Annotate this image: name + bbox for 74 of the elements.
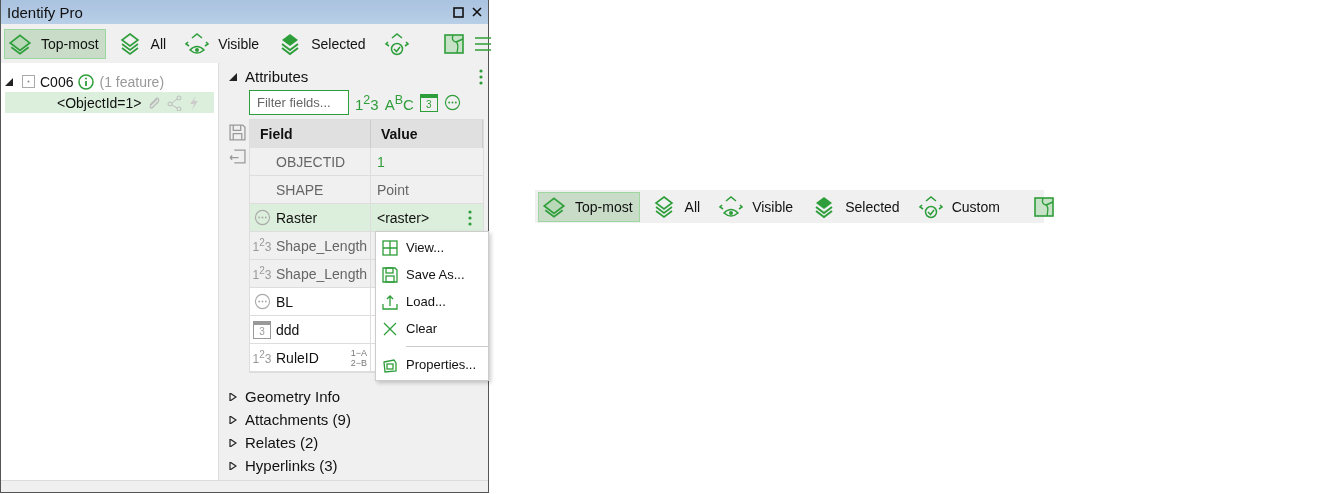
section-header[interactable]: Attributes (229, 65, 484, 88)
map-icon (442, 32, 465, 55)
section-header[interactable]: Geometry Info (229, 385, 484, 408)
field-name: OBJECTID (276, 153, 346, 170)
layer-check-icon (383, 31, 410, 56)
layer-mode-button[interactable]: Selected (808, 191, 907, 222)
calendar-icon: 3 (253, 320, 271, 339)
field-value: Point (377, 181, 409, 198)
share-icon (167, 94, 184, 111)
field-name: Raster (276, 209, 318, 226)
field-name: Shape_Length (276, 265, 368, 282)
field-name: ddd (276, 321, 300, 338)
feature-row[interactable]: <ObjectId=1> (5, 92, 214, 113)
properties-icon (382, 356, 398, 373)
layer-mode-button[interactable]: Top-most (538, 191, 640, 222)
expander-icon[interactable] (229, 461, 237, 470)
layer-mode-button[interactable]: Selected (274, 28, 373, 59)
section-title: Geometry Info (245, 388, 341, 405)
feature-label: <ObjectId=1> (57, 94, 142, 111)
kebab-icon (467, 208, 473, 227)
coded-domain-icon: 1−A 2−B (350, 347, 367, 368)
attribute-row[interactable]: Raster <raster> (250, 204, 483, 232)
field-value: <raster> (377, 209, 430, 226)
kebab-icon (478, 67, 484, 86)
ellipsis-circle-icon (253, 209, 271, 226)
filter-field[interactable]: Filter fields... (249, 90, 349, 115)
field-name: Shape_Length (276, 237, 368, 254)
section-header[interactable]: Relates (2) (229, 431, 484, 454)
layer-eye-icon (718, 194, 745, 219)
layer-mode-button[interactable]: Top-most (4, 28, 106, 59)
attribute-row[interactable]: OBJECTID 1 (250, 148, 483, 176)
layer-mode-button[interactable]: Visible (715, 191, 801, 222)
layer-mode-button[interactable]: Custom (914, 191, 1007, 222)
section-header[interactable]: Hyperlinks (3) (229, 454, 484, 477)
layer-mode-button[interactable]: All (647, 191, 708, 222)
section-title: Hyperlinks (3) (245, 457, 338, 474)
section-title: Attachments (9) (245, 411, 351, 428)
tree-item[interactable]: C006 (1 feature) (5, 71, 214, 92)
number-type-icon: 1$^{2}$3 (252, 265, 272, 282)
field-value: 1 (377, 153, 385, 170)
field-type-filter[interactable] (443, 94, 461, 111)
close-icon (382, 320, 398, 337)
window-title: Identify Pro (7, 3, 83, 21)
grid-icon (382, 239, 398, 256)
layer-mode-button[interactable]: Visible (181, 28, 267, 59)
expander-icon[interactable] (229, 415, 237, 424)
maximize-icon[interactable] (453, 6, 464, 18)
field-name: RuleID (276, 349, 319, 366)
section-title: Attributes (245, 68, 309, 85)
field-name: BL (276, 293, 294, 310)
layer-mode-button[interactable]: All (113, 28, 174, 59)
ellipsis-circle-icon (253, 293, 271, 310)
layer-check-icon (917, 194, 944, 219)
expander-icon[interactable] (229, 438, 237, 447)
upload-icon (382, 293, 398, 310)
info-icon (78, 73, 95, 90)
number-type-icon: 1$^{2}$3 (252, 349, 272, 366)
menu-icon (472, 34, 493, 53)
save-icon (382, 266, 398, 283)
ellipsis-circle-icon (443, 94, 461, 111)
map-icon (1032, 195, 1055, 218)
layer-eye-icon (184, 31, 211, 56)
number-type-icon: 1$^{2}$3 (252, 237, 272, 254)
point-layer-icon (22, 75, 35, 88)
feature-count: (1 feature) (99, 73, 165, 90)
field-name: SHAPE (276, 181, 324, 198)
expander-icon[interactable] (229, 392, 237, 401)
attribute-row[interactable]: SHAPE Point (250, 176, 483, 204)
section-header[interactable]: Attachments (9) (229, 408, 484, 431)
expander-icon[interactable] (5, 77, 13, 86)
section-title: Relates (2) (245, 434, 319, 451)
layer-name: C006 (40, 73, 74, 90)
close-icon[interactable] (472, 7, 482, 17)
expander-icon[interactable] (229, 72, 237, 81)
